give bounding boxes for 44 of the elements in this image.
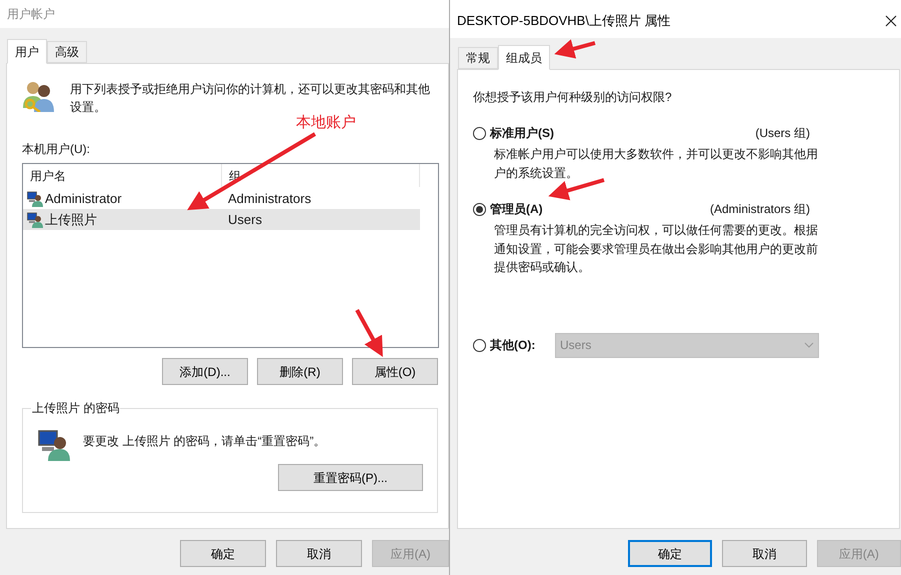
list-button[interactable]: 添加(D)... bbox=[162, 358, 248, 385]
tab[interactable]: 高级 bbox=[47, 41, 87, 63]
dialog-button[interactable]: 确定 bbox=[628, 540, 712, 567]
user-name: 上传照片 bbox=[45, 210, 97, 229]
user-group: Administrators bbox=[228, 188, 312, 208]
user-name: Administrator bbox=[45, 190, 122, 208]
chevron-down-icon bbox=[804, 342, 814, 348]
dialog-button[interactable]: 取消 bbox=[722, 540, 807, 567]
description-text: 用下列表授予或拒绝用户访问你的计算机，还可以更改其密码和其他设置。 bbox=[70, 81, 431, 114]
option-description: 管理员有计算机的完全访问权，可以做任何需要的更改。根据通知设置，可能会要求管理员在做出会影响其他用户的更改前提供密码或确认。 bbox=[494, 222, 819, 276]
option-label[interactable]: 管理员(A) bbox=[490, 200, 543, 218]
option-label[interactable]: 标准用户(S) bbox=[490, 124, 554, 142]
user-computer-icon bbox=[27, 190, 43, 206]
group-name: (Administrators 组) bbox=[710, 201, 810, 218]
group-box-title: 上传照片 的密码 bbox=[31, 400, 120, 416]
user-row[interactable]: Administrator Administrators bbox=[23, 188, 420, 209]
users-key-icon bbox=[22, 80, 56, 112]
tab[interactable]: 用户 bbox=[7, 39, 47, 64]
list-button[interactable]: 删除(R) bbox=[257, 358, 343, 385]
option-description: 标准帐户用户可以使用大多数软件，并可以更改不影响其他用户的系统设置。 bbox=[494, 146, 819, 182]
arrow bbox=[554, 39, 596, 58]
close-icon[interactable] bbox=[885, 15, 897, 27]
reset-password-button[interactable]: 重置密码(P)... bbox=[278, 464, 423, 491]
dialog-button[interactable]: 确定 bbox=[180, 540, 266, 567]
radio-button[interactable] bbox=[473, 202, 486, 216]
group-name: (Users 组) bbox=[755, 125, 810, 142]
radio-button[interactable] bbox=[473, 126, 486, 140]
user-computer-icon bbox=[38, 429, 70, 461]
list-label: 本机用户(U): bbox=[22, 141, 91, 158]
column-header[interactable]: 用户名 bbox=[23, 164, 222, 187]
user-computer-icon bbox=[27, 212, 43, 228]
user-row[interactable]: 上传照片 Users bbox=[23, 209, 420, 230]
arrow bbox=[548, 178, 605, 200]
window-title: 用户帐户 bbox=[7, 6, 55, 23]
user-group: Users bbox=[228, 210, 262, 230]
tab[interactable]: 常规 bbox=[458, 47, 498, 69]
list-button[interactable]: 属性(O) bbox=[352, 358, 438, 385]
password-hint: 要更改 上传照片 的密码，请单击“重置密码”。 bbox=[83, 433, 326, 450]
question-text: 你想授予该用户何种级别的访问权限? bbox=[473, 89, 673, 106]
arrow bbox=[355, 309, 383, 357]
dialog-button[interactable]: 取消 bbox=[276, 540, 362, 567]
annotation-text: 本地账户 bbox=[296, 113, 356, 133]
window-title: DESKTOP-5BDOVHB\上传照片 属性 bbox=[457, 12, 671, 30]
tab[interactable]: 组成员 bbox=[498, 45, 550, 70]
